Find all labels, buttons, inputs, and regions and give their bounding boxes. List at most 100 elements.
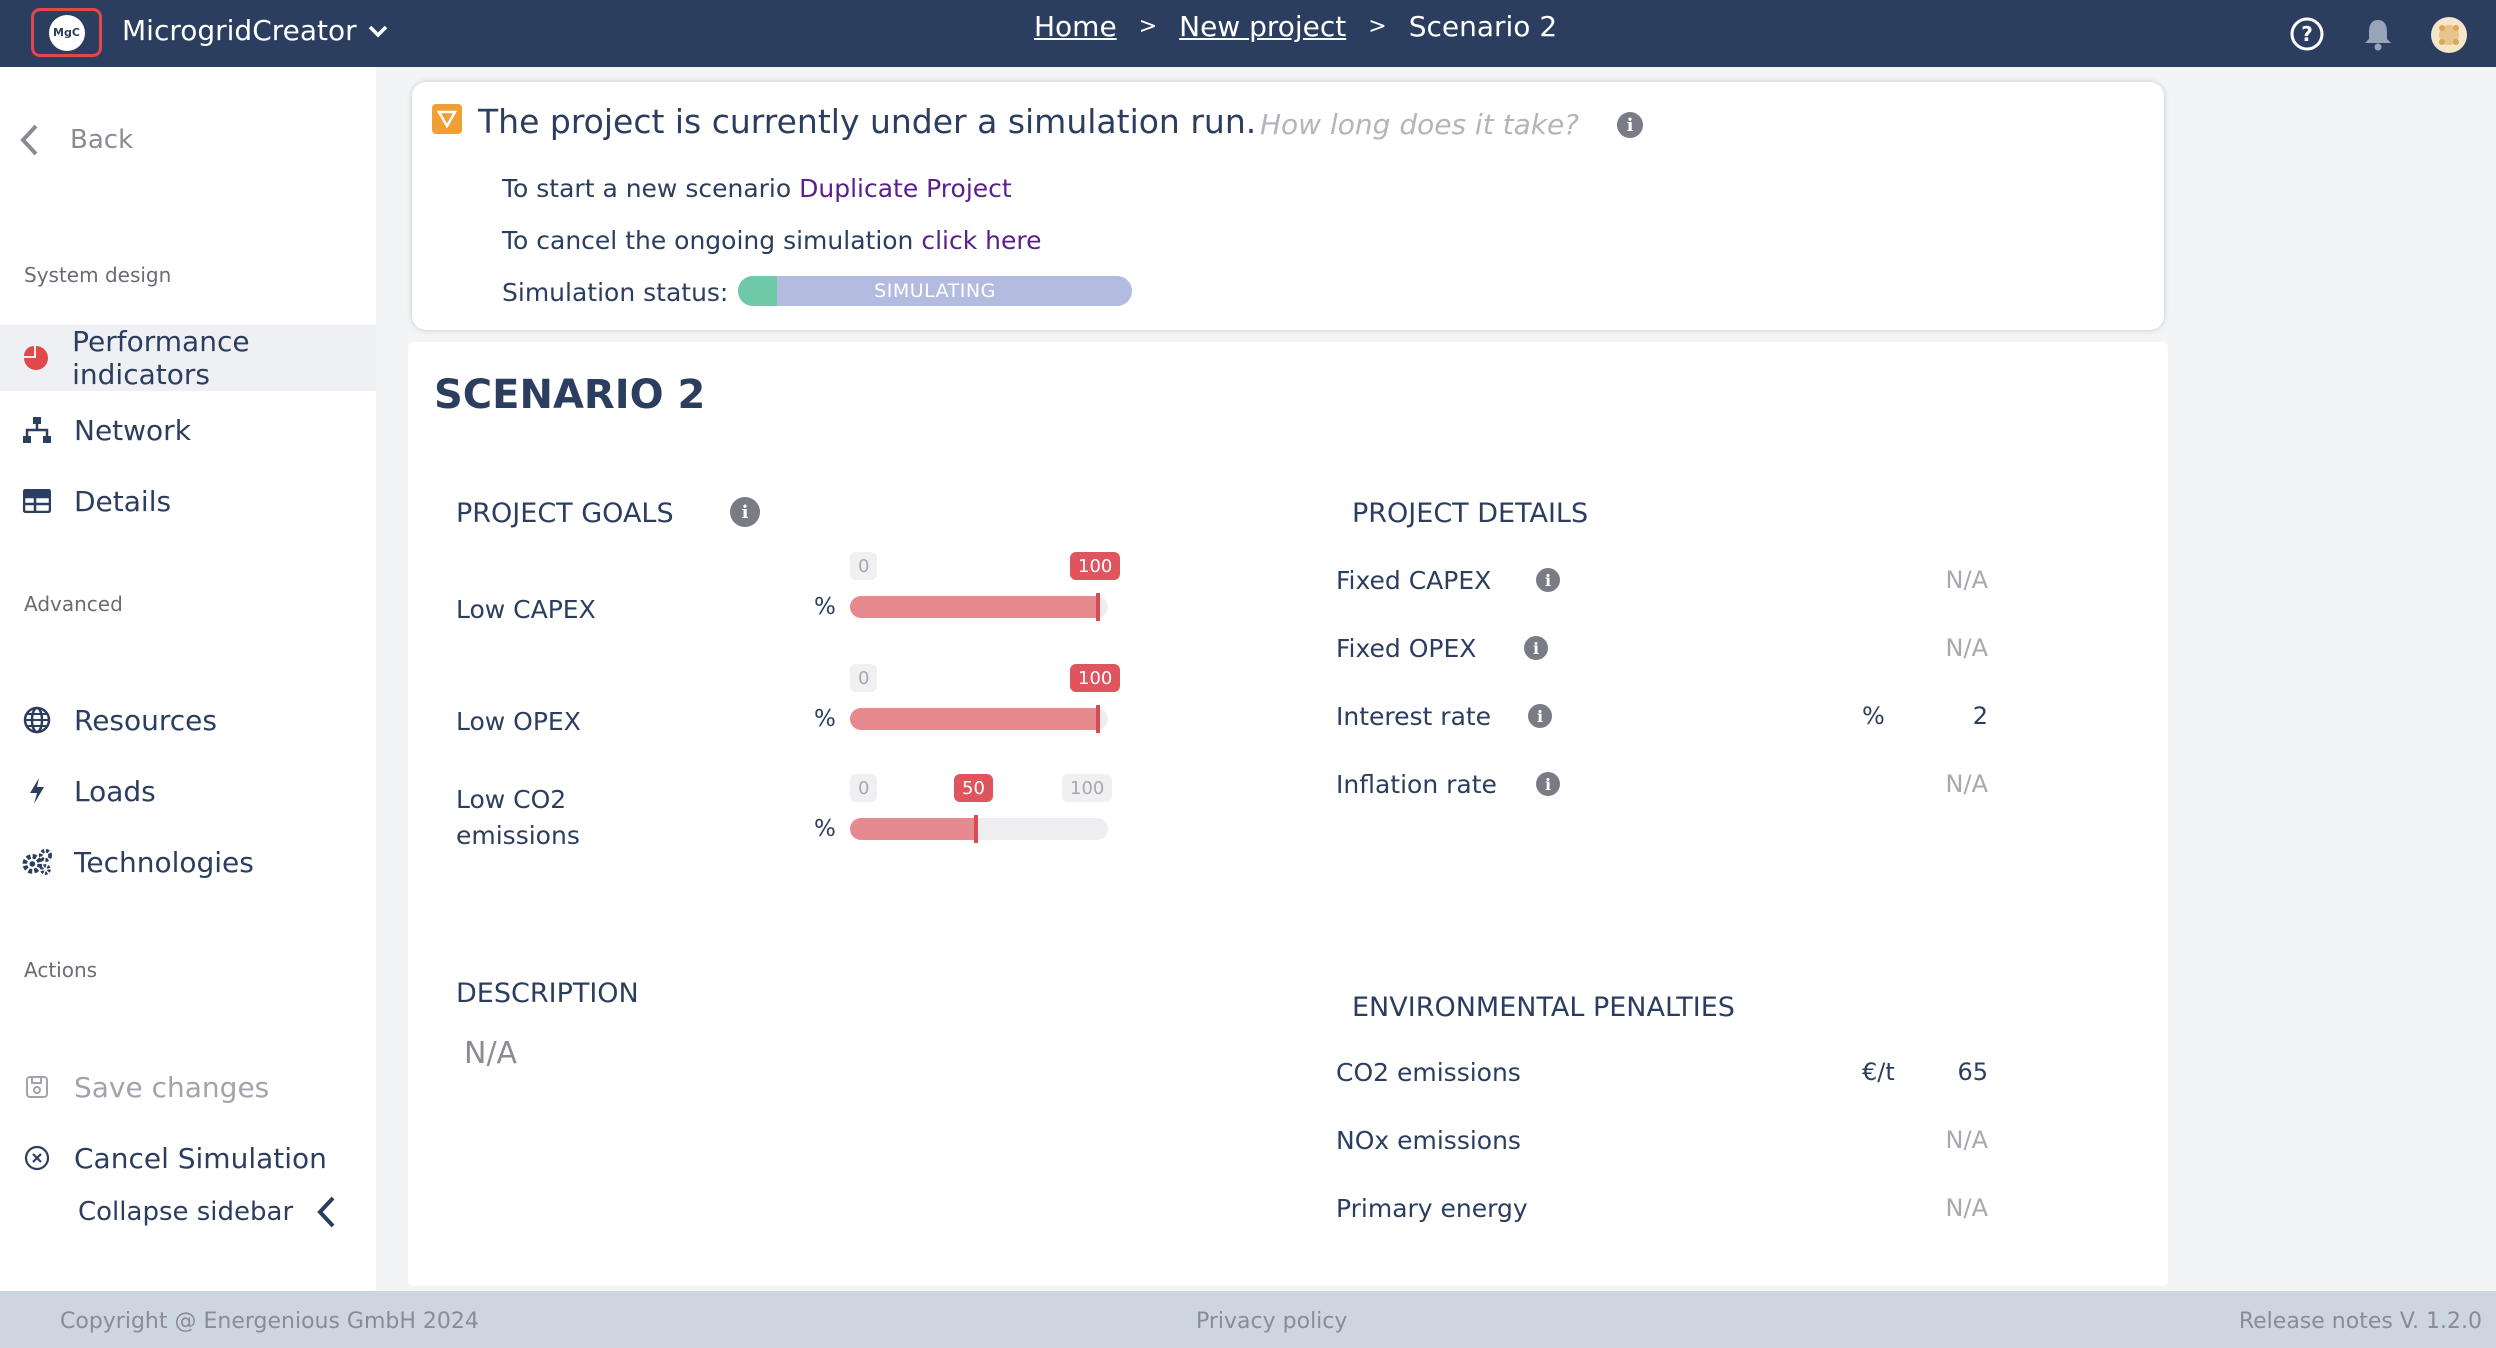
- save-icon: [22, 1072, 52, 1102]
- details-label: Fixed CAPEX: [1336, 566, 1492, 595]
- penalties-label: Primary energy: [1336, 1194, 1528, 1223]
- details-unit: %: [1862, 702, 1885, 730]
- breadcrumb-project[interactable]: New project: [1179, 10, 1346, 43]
- warning-icon: [432, 104, 462, 134]
- goal-label: Low OPEX: [456, 707, 581, 736]
- section-system-design: System design: [24, 263, 172, 287]
- details-label: Fixed OPEX: [1336, 634, 1477, 663]
- sidebar-item-performance[interactable]: Performance indicators: [0, 325, 376, 391]
- back-button[interactable]: Back: [18, 123, 133, 157]
- cancel-line: To cancel the ongoing simulation click h…: [502, 226, 1042, 255]
- app-name: MicrogridCreator: [122, 14, 357, 47]
- cancel-click-here-link[interactable]: click here: [921, 226, 1041, 255]
- penalties-label: NOx emissions: [1336, 1126, 1521, 1155]
- breadcrumb-home[interactable]: Home: [1034, 10, 1117, 43]
- footer: Copyright @ Energenious GmbH 2024 Privac…: [0, 1291, 2496, 1348]
- goal-label: Low CO2 emissions: [456, 785, 580, 850]
- globe-icon: [22, 705, 52, 735]
- info-icon[interactable]: i: [730, 497, 760, 527]
- simulation-status-label: Simulation status:: [502, 278, 729, 307]
- info-icon[interactable]: i: [1617, 112, 1643, 138]
- app-logo[interactable]: MgC: [31, 8, 102, 57]
- help-icon[interactable]: ?: [2289, 16, 2325, 52]
- slider-handle[interactable]: [974, 815, 978, 843]
- sidebar-item-technologies[interactable]: Technologies: [0, 829, 376, 895]
- section-advanced: Advanced: [24, 592, 123, 616]
- details-value: N/A: [1945, 566, 1988, 594]
- copyright: Copyright @ Energenious GmbH 2024: [60, 1309, 479, 1334]
- breadcrumb-separator: >: [1138, 14, 1158, 39]
- app-switcher[interactable]: MicrogridCreator: [122, 14, 389, 47]
- slider-value-badge: 50: [954, 774, 993, 802]
- breadcrumb-separator: >: [1368, 14, 1387, 39]
- duplicate-project-link[interactable]: Duplicate Project: [799, 174, 1012, 203]
- goal-slider[interactable]: [850, 815, 1108, 843]
- avatar[interactable]: [2430, 16, 2467, 53]
- penalties-value: N/A: [1945, 1126, 1988, 1154]
- alert-title: The project is currently under a simulat…: [478, 102, 1257, 141]
- chevron-left-icon: [20, 124, 38, 156]
- description-value: N/A: [464, 1036, 518, 1071]
- project-goals-title: PROJECT GOALS: [456, 498, 674, 529]
- goal-unit: %: [814, 706, 836, 732]
- penalties-value: 65: [1957, 1058, 1988, 1086]
- sidebar-item-loads[interactable]: Loads: [0, 758, 376, 824]
- simulation-alert: The project is currently under a simulat…: [412, 82, 2164, 330]
- goal-slider[interactable]: [850, 705, 1108, 733]
- slider-fill: [850, 818, 974, 840]
- breadcrumb: Home > New project > Scenario 2: [1034, 10, 1557, 43]
- slider-value-badge: 100: [1070, 664, 1121, 692]
- project-details-title: PROJECT DETAILS: [1352, 498, 1589, 529]
- details-label: Interest rate: [1336, 702, 1492, 731]
- top-bar: MgC MicrogridCreator Home > New project …: [0, 0, 2496, 67]
- slider-fill: [850, 596, 1096, 618]
- slider-handle[interactable]: [1096, 593, 1100, 621]
- description-title: DESCRIPTION: [456, 978, 639, 1009]
- environmental-penalties-title: ENVIRONMENTAL PENALTIES: [1352, 992, 1735, 1023]
- sidebar-item-network[interactable]: Network: [0, 397, 376, 463]
- save-changes-button[interactable]: Save changes: [0, 1054, 376, 1120]
- slider-handle[interactable]: [1096, 705, 1100, 733]
- info-icon[interactable]: i: [1536, 568, 1560, 592]
- section-actions: Actions: [24, 958, 98, 982]
- sidebar-item-label: Resources: [74, 703, 217, 737]
- info-icon[interactable]: i: [1524, 636, 1548, 660]
- sidebar: Back System design Performance indicator…: [0, 67, 376, 1291]
- sidebar-item-label: Cancel Simulation: [74, 1141, 327, 1175]
- cancel-circle-icon: [22, 1143, 52, 1173]
- slider-fill: [850, 708, 1096, 730]
- cancel-simulation-button[interactable]: Cancel Simulation: [0, 1125, 376, 1191]
- info-icon[interactable]: i: [1536, 772, 1560, 796]
- details-value: N/A: [1945, 634, 1988, 662]
- svg-text:?: ?: [2301, 22, 2313, 46]
- slider-min-label: 0: [850, 552, 878, 580]
- penalties-label: CO2 emissions: [1336, 1058, 1521, 1087]
- details-label: Inflation rate: [1336, 770, 1497, 799]
- info-icon[interactable]: i: [1528, 704, 1552, 728]
- duplicate-line: To start a new scenario Duplicate Projec…: [502, 174, 1012, 203]
- sidebar-item-label: Save changes: [74, 1070, 270, 1104]
- simulation-duration-link[interactable]: How long does it take?: [1260, 108, 1579, 141]
- page-title: SCENARIO 2: [434, 372, 706, 418]
- collapse-sidebar-button[interactable]: Collapse sidebar: [78, 1195, 337, 1229]
- lightning-icon: [22, 776, 52, 806]
- slider-min-label: 0: [850, 774, 878, 802]
- goal-label: Low CAPEX: [456, 595, 596, 624]
- goal-slider[interactable]: [850, 593, 1108, 621]
- logo-mark: MgC: [48, 14, 85, 51]
- bell-icon[interactable]: [2360, 16, 2396, 52]
- sidebar-item-label: Network: [74, 413, 191, 447]
- gears-icon: [22, 847, 52, 877]
- release-notes-link[interactable]: Release notes V. 1.2.0: [2239, 1309, 2482, 1334]
- simulation-progress-bar: SIMULATING: [738, 276, 1132, 306]
- pie-chart-icon: [22, 343, 50, 373]
- sidebar-item-details[interactable]: Details: [0, 468, 376, 534]
- sidebar-item-label: Details: [74, 484, 172, 518]
- sidebar-item-resources[interactable]: Resources: [0, 687, 376, 753]
- breadcrumb-current: Scenario 2: [1408, 10, 1558, 43]
- penalties-unit: €/t: [1862, 1058, 1895, 1086]
- goal-unit: %: [814, 594, 836, 620]
- penalties-value: N/A: [1945, 1194, 1988, 1222]
- details-value: 2: [1972, 702, 1988, 730]
- privacy-policy-link[interactable]: Privacy policy: [1196, 1309, 1347, 1334]
